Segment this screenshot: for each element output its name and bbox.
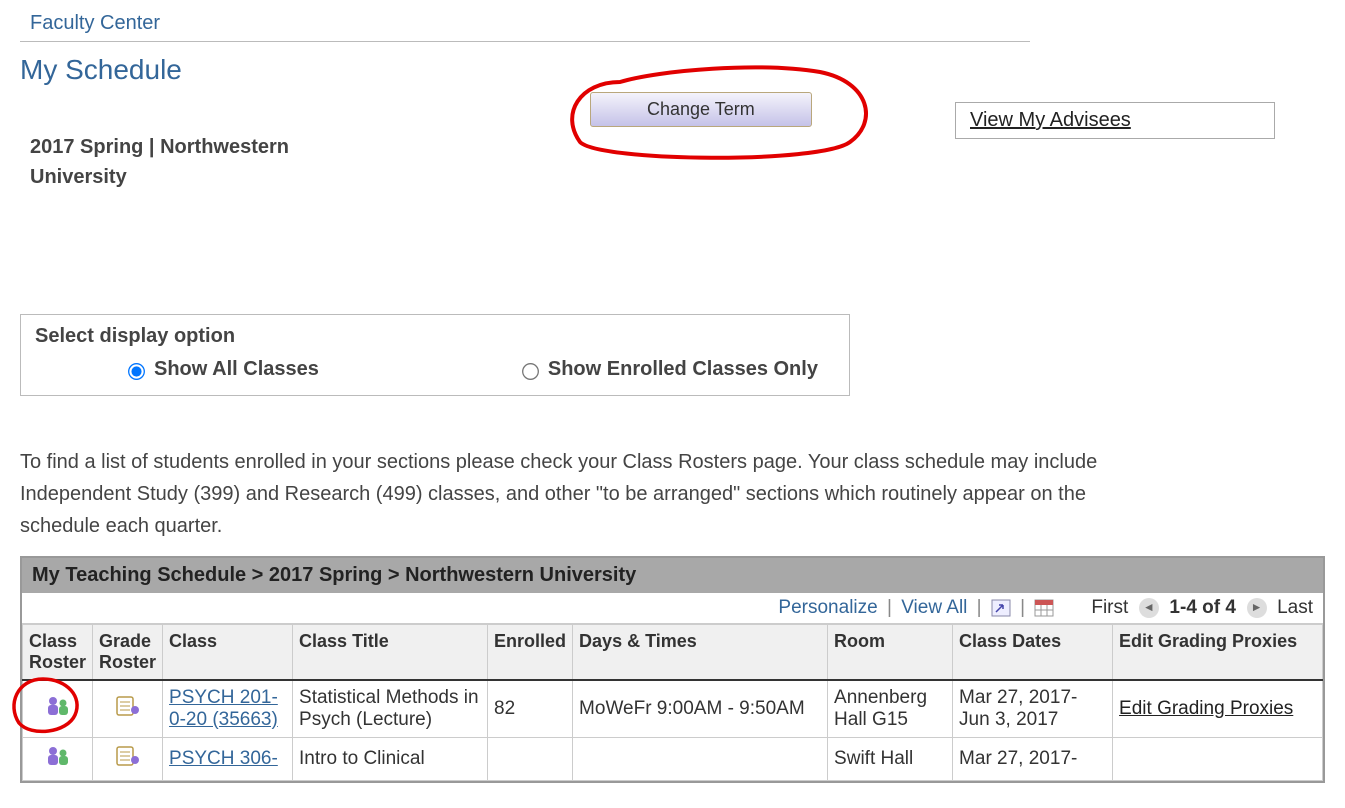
grade-roster-icon[interactable]: [115, 702, 141, 723]
schedule-container: My Teaching Schedule > 2017 Spring > Nor…: [20, 556, 1325, 783]
class-roster-icon[interactable]: [45, 702, 71, 723]
radio-show-all-label: Show All Classes: [154, 358, 319, 381]
class-roster-icon[interactable]: [45, 752, 71, 773]
change-term-button[interactable]: Change Term: [590, 92, 812, 127]
enrolled-count: [488, 738, 573, 781]
faculty-center-link[interactable]: Faculty Center: [30, 12, 160, 35]
page-title: My Schedule: [20, 54, 1325, 86]
col-enrolled: Enrolled: [488, 625, 573, 681]
enrolled-count: 82: [488, 680, 573, 738]
personalize-link[interactable]: Personalize: [778, 597, 877, 618]
col-class-roster: Class Roster: [23, 625, 93, 681]
first-label[interactable]: First: [1091, 597, 1128, 618]
view-advisees-link[interactable]: View My Advisees: [970, 109, 1131, 131]
current-term-text: 2017 Spring | Northwestern University: [30, 132, 310, 192]
table-row: PSYCH 306- Intro to Clinical Swift Hall …: [23, 738, 1323, 781]
radio-show-enrolled[interactable]: Show Enrolled Classes Only: [519, 358, 818, 381]
grade-roster-icon[interactable]: [115, 752, 141, 773]
days-times: MoWeFr 9:00AM - 9:50AM: [573, 680, 828, 738]
view-advisees-box[interactable]: View My Advisees: [955, 102, 1275, 139]
class-title: Intro to Clinical: [293, 738, 488, 781]
table-row: PSYCH 201-0-20 (35663) Statistical Metho…: [23, 680, 1323, 738]
zoom-icon[interactable]: [991, 597, 1016, 618]
col-class: Class: [163, 625, 293, 681]
col-edit-proxies: Edit Grading Proxies: [1113, 625, 1323, 681]
col-days-times: Days & Times: [573, 625, 828, 681]
class-dates: Mar 27, 2017-: [953, 738, 1113, 781]
days-times: [573, 738, 828, 781]
divider: [20, 41, 1030, 42]
radio-show-all-input[interactable]: [128, 363, 145, 380]
display-option-group: Select display option Show All Classes S…: [20, 314, 850, 396]
info-text: To find a list of students enrolled in y…: [20, 446, 1130, 542]
col-class-title: Class Title: [293, 625, 488, 681]
col-room: Room: [828, 625, 953, 681]
table-header-row: Class Roster Grade Roster Class Class Ti…: [23, 625, 1323, 681]
radio-show-enrolled-input[interactable]: [522, 363, 539, 380]
col-class-dates: Class Dates: [953, 625, 1113, 681]
class-dates: Mar 27, 2017-Jun 3, 2017: [953, 680, 1113, 738]
class-title: Statistical Methods in Psych (Lecture): [293, 680, 488, 738]
room: Annenberg Hall G15: [828, 680, 953, 738]
radio-show-all[interactable]: Show All Classes: [125, 358, 319, 381]
edit-grading-proxies-link[interactable]: Edit Grading Proxies: [1119, 698, 1293, 719]
page-count: 1-4 of 4: [1169, 597, 1236, 618]
display-option-title: Select display option: [35, 325, 835, 348]
col-grade-roster: Grade Roster: [93, 625, 163, 681]
schedule-table: Class Roster Grade Roster Class Class Ti…: [22, 624, 1323, 781]
grid-icon[interactable]: [1034, 597, 1059, 618]
schedule-header: My Teaching Schedule > 2017 Spring > Nor…: [22, 558, 1323, 593]
schedule-toolbar: Personalize | View All | | First ◄ 1-4 o…: [22, 593, 1323, 624]
radio-show-enrolled-label: Show Enrolled Classes Only: [548, 358, 818, 381]
view-all-link[interactable]: View All: [901, 597, 967, 618]
last-label[interactable]: Last: [1277, 597, 1313, 618]
room: Swift Hall: [828, 738, 953, 781]
prev-page-button[interactable]: ◄: [1139, 598, 1159, 618]
class-link[interactable]: PSYCH 306-: [169, 748, 278, 769]
class-link[interactable]: PSYCH 201-0-20 (35663): [169, 687, 278, 730]
next-page-button[interactable]: ►: [1247, 598, 1267, 618]
